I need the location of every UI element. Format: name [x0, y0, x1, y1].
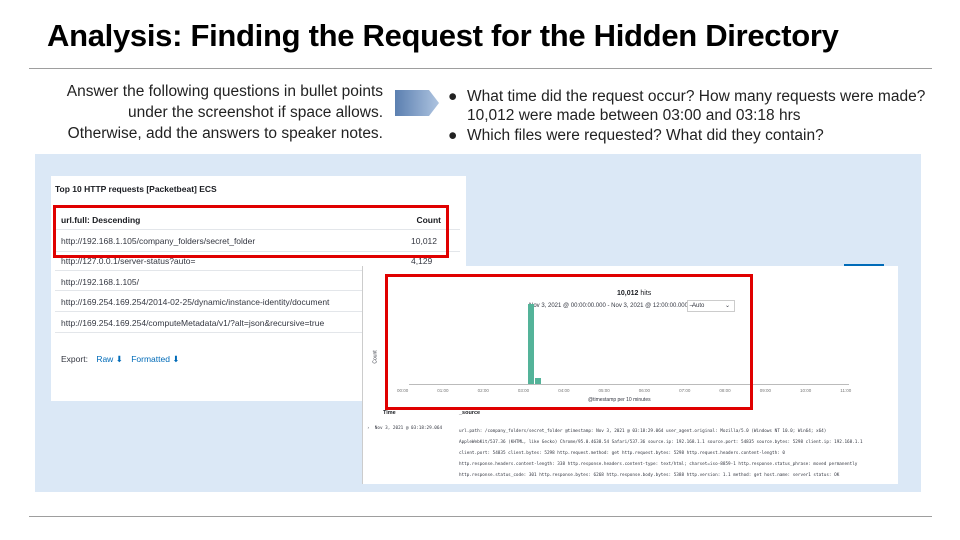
question-item: ● What time did the request occur? How m…	[448, 87, 948, 125]
question-list: ● What time did the request occur? How m…	[448, 87, 948, 145]
panel-title: Top 10 HTTP requests [Packetbeat] ECS	[55, 184, 217, 194]
column-header-time[interactable]: Time	[383, 410, 396, 416]
download-icon: ⬇	[172, 354, 180, 364]
instructions-text: Answer the following questions in bullet…	[40, 81, 383, 144]
answer-text: 10,012 were made between 03:00 and 03:18…	[467, 107, 801, 124]
bullet-icon: ●	[448, 88, 458, 105]
column-header-source: _source	[459, 410, 481, 416]
expand-chevron-icon[interactable]: ›	[367, 426, 370, 431]
instruction-line: Otherwise, add the answers to speaker no…	[67, 125, 383, 142]
highlight-box-table	[53, 205, 449, 258]
export-formatted-link[interactable]: Formatted ⬇	[131, 354, 179, 364]
source-line: http.response.headers.content-length: 33…	[459, 462, 858, 467]
x-tick-label: 11:00	[840, 388, 852, 393]
document-row-time[interactable]: › Nov 3, 2021 @ 03:18:29.064	[367, 426, 442, 431]
source-line: AppleWebKit/537.36 (KHTML, like Gecko) C…	[459, 440, 863, 445]
title-divider	[29, 68, 932, 69]
url-cell[interactable]: http://169.254.169.254/computeMetadata/v…	[61, 318, 324, 328]
export-formatted-label: Formatted	[131, 354, 170, 364]
instruction-line: Answer the following questions in bullet…	[66, 83, 383, 100]
question-item: ● Which files were requested? What did t…	[448, 126, 948, 145]
question-text: Which files were requested? What did the…	[467, 127, 824, 144]
export-raw-label: Raw	[96, 354, 114, 364]
x-tick-label: 10:00	[800, 388, 812, 393]
source-line: http.response.status_code: 301 http.resp…	[459, 473, 840, 478]
highlight-box-histogram	[385, 274, 753, 410]
x-tick-label: 09:00	[759, 388, 771, 393]
url-cell[interactable]: http://169.254.169.254/2014-02-25/dynami…	[61, 297, 329, 307]
y-axis-label: Count	[372, 350, 379, 364]
footer-divider	[29, 516, 932, 517]
download-icon: ⬇	[115, 354, 123, 364]
slide-title: Analysis: Finding the Request for the Hi…	[47, 18, 839, 53]
export-label: Export:	[61, 354, 88, 364]
doc-time: Nov 3, 2021 @ 03:18:29.064	[374, 426, 443, 431]
arrow-right-icon	[395, 90, 439, 116]
bullet-icon: ●	[448, 127, 458, 144]
question-text: What time did the request occur? How man…	[467, 88, 926, 105]
document-source: url.path: /company_folders/secret_folder…	[459, 426, 899, 481]
source-line: url.path: /company_folders/secret_folder…	[459, 429, 827, 434]
instruction-line: under the screenshot if space allows.	[127, 104, 383, 121]
export-raw-link[interactable]: Raw ⬇	[96, 354, 123, 364]
source-line: client.port: 54835 client.bytes: 5298 ht…	[459, 451, 785, 456]
url-cell[interactable]: http://192.168.1.105/	[61, 277, 139, 287]
active-tab-indicator	[844, 264, 884, 266]
export-bar: Export: Raw ⬇ Formatted ⬇	[61, 354, 179, 365]
